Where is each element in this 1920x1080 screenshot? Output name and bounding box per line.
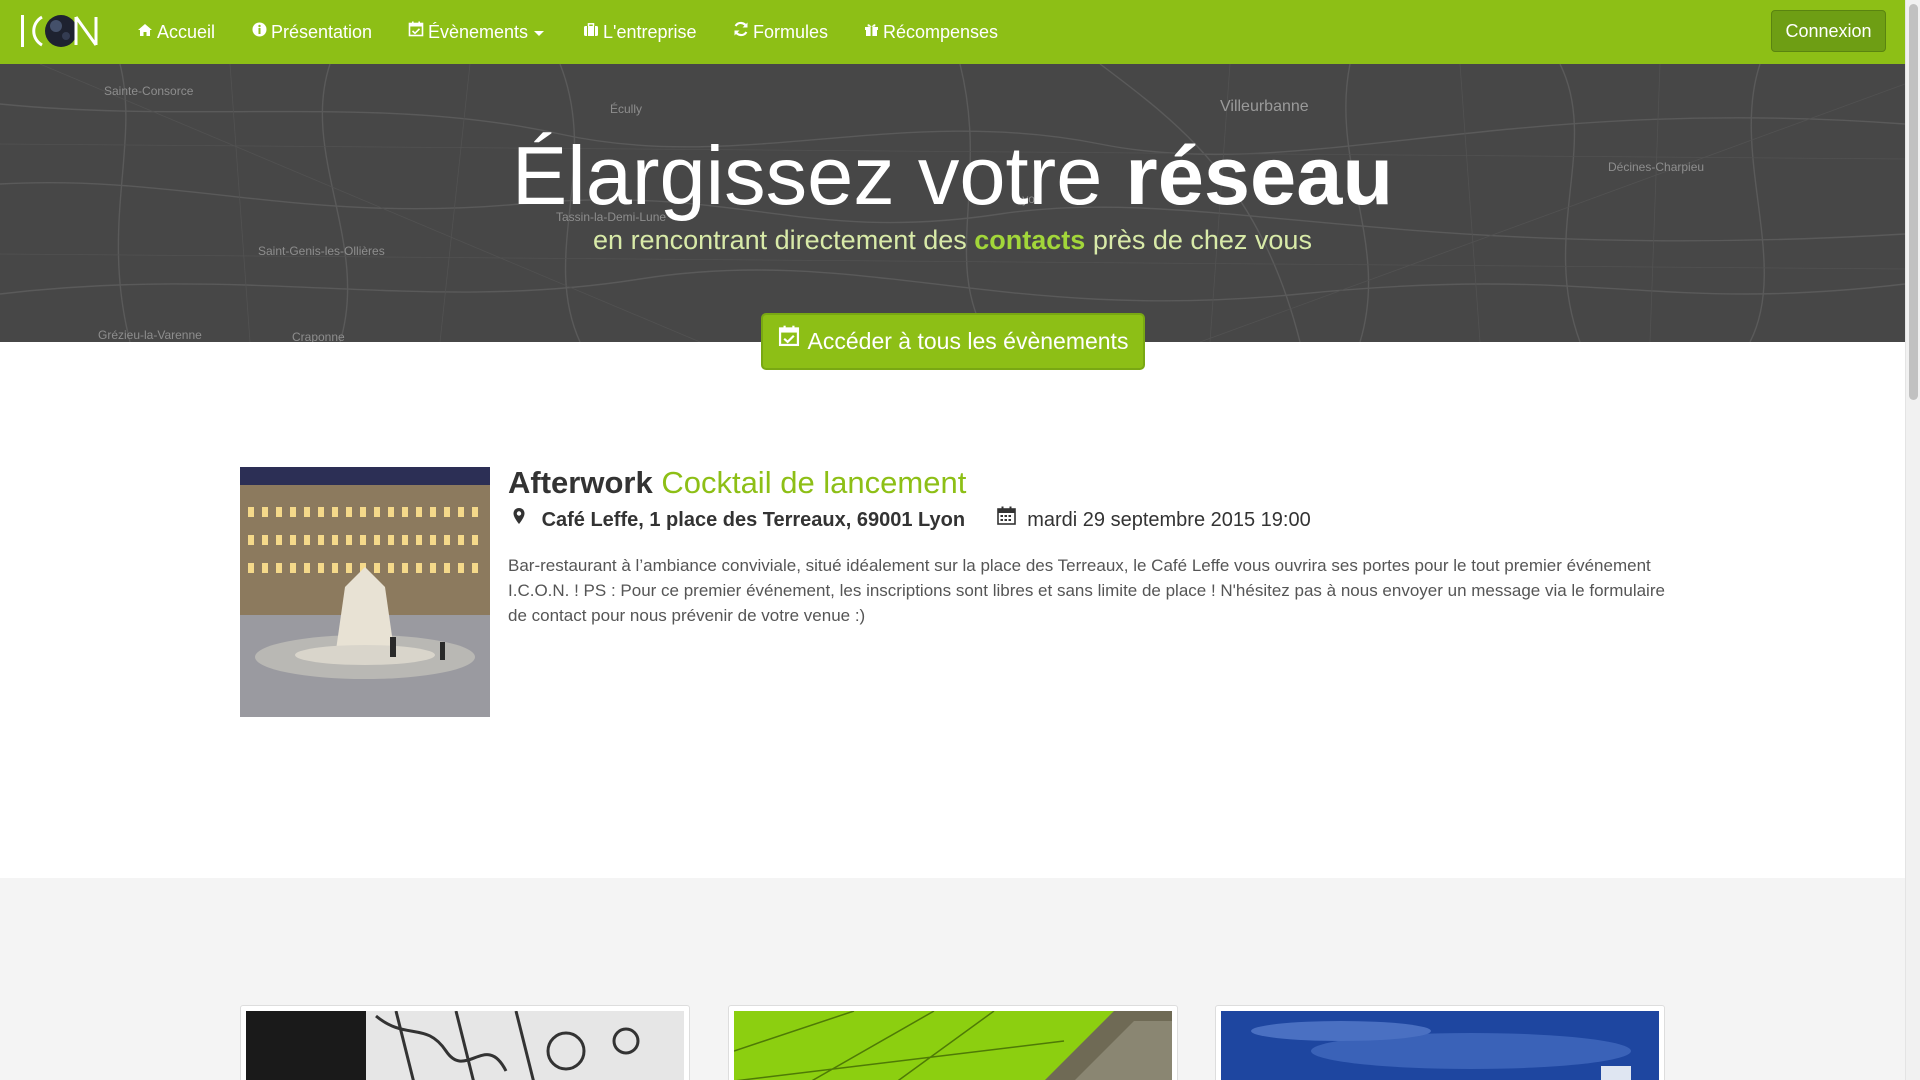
event-title[interactable]: Afterwork Cocktail de lancement <box>508 462 966 504</box>
map-marker-icon <box>512 505 526 533</box>
map-label: Villeurbanne <box>1220 98 1309 115</box>
event-photo[interactable] <box>240 467 490 717</box>
all-events-button[interactable]: Accéder à tous les évènements <box>761 313 1145 370</box>
map-label: Sainte-Consorce <box>104 84 194 98</box>
event-meta: Café Leffe, 1 place des Terreaux, 69001 … <box>512 506 1311 534</box>
nav-recompenses-label: Récompenses <box>883 22 999 42</box>
map-label: Écully <box>610 102 643 116</box>
feature-card-3[interactable] <box>1215 1005 1665 1080</box>
hero-subtitle-strong: contacts <box>974 225 1086 255</box>
nav-formules[interactable]: Formules <box>733 0 828 64</box>
calendar-check-icon <box>778 313 800 366</box>
event-datetime: mardi 29 septembre 2015 19:00 <box>1027 509 1311 531</box>
event-location: Café Leffe, 1 place des Terreaux, 69001 … <box>541 509 966 531</box>
hero-title-prefix: Élargissez votre <box>511 129 1103 222</box>
nav-presentation[interactable]: Présentation <box>252 0 372 64</box>
feature-card-1[interactable] <box>240 1005 690 1080</box>
map-label: Craponne <box>292 330 345 342</box>
hero-subtitle: en rencontrant directement des contacts … <box>0 222 1905 258</box>
feature-card-image <box>734 1011 1172 1080</box>
feature-card-2[interactable] <box>728 1005 1178 1080</box>
chevron-down-icon <box>534 30 545 36</box>
feature-card-image <box>1221 1011 1659 1080</box>
nav-evenements-label: Évènements <box>428 22 529 42</box>
info-circle-icon <box>252 0 267 63</box>
nav-formules-label: Formules <box>753 22 829 42</box>
nav-accueil-label: Accueil <box>157 22 216 42</box>
briefcase-icon <box>583 0 599 63</box>
nav-accueil[interactable]: Accueil <box>137 0 215 64</box>
home-icon <box>137 0 153 63</box>
nav-evenements[interactable]: Évènements <box>408 0 545 64</box>
nav-presentation-label: Présentation <box>271 22 373 42</box>
nav-recompenses[interactable]: Récompenses <box>864 0 998 64</box>
hero-banner: Sainte-Consorce Écully Villeurbanne Tass… <box>0 64 1905 342</box>
calendar-icon <box>996 505 1016 533</box>
hero-subtitle-suffix: près de chez vous <box>1092 225 1312 255</box>
hero-title: Élargissez votre réseau <box>0 126 1905 226</box>
nav-entreprise-label: L'entreprise <box>603 22 697 42</box>
feature-card-image <box>246 1011 684 1080</box>
login-button[interactable]: Connexion <box>1771 10 1886 52</box>
gift-icon <box>864 0 879 63</box>
event-type: Afterwork <box>508 465 653 500</box>
top-navbar: Accueil Présentation Évènements L'entrep… <box>0 0 1905 64</box>
hero-subtitle-prefix: en rencontrant directement des <box>593 225 967 255</box>
event-name: Cocktail de lancement <box>661 465 967 500</box>
nav-entreprise[interactable]: L'entreprise <box>583 0 697 64</box>
scrollbar-thumb[interactable] <box>1909 4 1918 400</box>
calendar-check-icon <box>408 0 424 63</box>
page-scrollbar[interactable] <box>1905 0 1920 1080</box>
map-label: Grézieu-la-Varenne <box>98 328 202 342</box>
refresh-icon <box>733 0 749 63</box>
event-description: Bar-restaurant à l’ambiance conviviale, … <box>508 556 1665 625</box>
hero-title-strong: réseau <box>1125 129 1394 222</box>
all-events-label: Accéder à tous les évènements <box>807 328 1129 354</box>
icon-logo[interactable] <box>18 8 102 54</box>
